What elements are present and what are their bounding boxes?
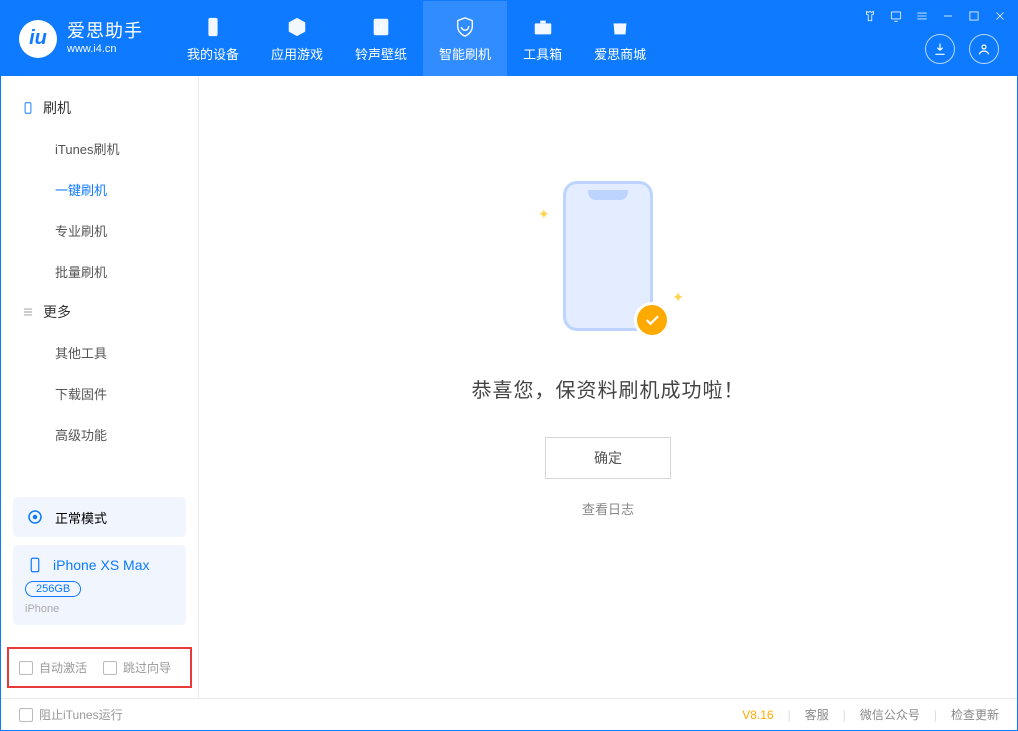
nav-apps-games[interactable]: 应用游戏: [255, 1, 339, 76]
bag-icon: [608, 15, 632, 39]
sidebar-item-batch-flash[interactable]: 批量刷机: [1, 251, 198, 292]
separator: |: [843, 708, 846, 722]
separator: |: [788, 708, 791, 722]
main-content: ✦ ✦ 恭喜您，保资料刷机成功啦！ 确定 查看日志: [199, 76, 1017, 698]
header: iu 爱思助手 www.i4.cn 我的设备 应用游戏 铃声壁纸 智能刷机 工具…: [1, 1, 1017, 76]
nav-label: 爱思商城: [594, 44, 646, 63]
nav-store[interactable]: 爱思商城: [578, 1, 662, 76]
checkbox-label: 阻止iTunes运行: [39, 706, 123, 723]
device-type: iPhone: [25, 603, 59, 615]
body: 刷机 iTunes刷机 一键刷机 专业刷机 批量刷机 更多 其他工具 下载固件 …: [1, 76, 1017, 698]
phone-small-icon: [25, 555, 45, 575]
logo-icon: iu: [19, 20, 57, 58]
top-nav: 我的设备 应用游戏 铃声壁纸 智能刷机 工具箱 爱思商城: [171, 1, 662, 76]
ok-button[interactable]: 确定: [545, 437, 671, 479]
sidebar-options-highlight: 自动激活 跳过向导: [7, 647, 192, 688]
device-name: iPhone XS Max: [53, 557, 150, 573]
checkbox-icon: [19, 661, 33, 675]
separator: |: [934, 708, 937, 722]
checkbox-auto-activate[interactable]: 自动激活: [19, 659, 87, 676]
device-storage: 256GB: [25, 581, 81, 597]
minimize-icon[interactable]: [939, 7, 957, 25]
check-update-link[interactable]: 检查更新: [951, 706, 999, 723]
footer: 阻止iTunes运行 V8.16 | 客服 | 微信公众号 | 检查更新: [1, 698, 1017, 730]
app-title: 爱思助手: [67, 21, 143, 43]
sidebar-item-advanced[interactable]: 高级功能: [1, 414, 198, 455]
sidebar: 刷机 iTunes刷机 一键刷机 专业刷机 批量刷机 更多 其他工具 下载固件 …: [1, 76, 199, 698]
cube-icon: [285, 15, 309, 39]
check-badge-icon: [634, 302, 670, 338]
nav-label: 铃声壁纸: [355, 44, 407, 63]
list-icon: [21, 305, 35, 319]
support-link[interactable]: 客服: [805, 706, 829, 723]
success-text: 恭喜您，保资料刷机成功啦！: [472, 374, 745, 403]
window-controls: [861, 7, 1009, 25]
nav-label: 工具箱: [523, 44, 562, 63]
nav-label: 应用游戏: [271, 44, 323, 63]
sidebar-section-flash: 刷机 iTunes刷机 一键刷机 专业刷机 批量刷机: [1, 88, 198, 292]
mode-icon: [25, 507, 45, 527]
logo[interactable]: iu 爱思助手 www.i4.cn: [1, 20, 161, 58]
nav-label: 智能刷机: [439, 44, 491, 63]
sparkle-icon: ✦: [538, 206, 550, 223]
close-icon[interactable]: [991, 7, 1009, 25]
sidebar-item-oneclick-flash[interactable]: 一键刷机: [1, 169, 198, 210]
phone-icon: [201, 15, 225, 39]
refresh-shield-icon: [453, 15, 477, 39]
sidebar-head-flash[interactable]: 刷机: [1, 88, 198, 128]
mode-card[interactable]: 正常模式: [13, 497, 186, 537]
nav-label: 我的设备: [187, 44, 239, 63]
checkbox-skip-guide[interactable]: 跳过向导: [103, 659, 171, 676]
sidebar-item-other-tools[interactable]: 其他工具: [1, 332, 198, 373]
sidebar-item-download-firmware[interactable]: 下载固件: [1, 373, 198, 414]
header-actions: [925, 34, 999, 64]
device-cards: 正常模式 iPhone XS Max 256GB iPhone: [1, 489, 198, 641]
shirt-icon[interactable]: [861, 7, 879, 25]
toolbox-icon: [531, 15, 555, 39]
success-illustration: ✦ ✦: [538, 176, 678, 336]
checkbox-label: 自动激活: [39, 659, 87, 676]
version-label: V8.16: [742, 708, 773, 722]
checkbox-label: 跳过向导: [123, 659, 171, 676]
sidebar-head-more[interactable]: 更多: [1, 292, 198, 332]
device-icon: [21, 101, 35, 115]
wechat-link[interactable]: 微信公众号: [860, 706, 920, 723]
sidebar-item-itunes-flash[interactable]: iTunes刷机: [1, 128, 198, 169]
checkbox-icon: [103, 661, 117, 675]
nav-toolbox[interactable]: 工具箱: [507, 1, 578, 76]
mode-label: 正常模式: [55, 508, 107, 527]
nav-my-device[interactable]: 我的设备: [171, 1, 255, 76]
app-subtitle: www.i4.cn: [67, 43, 143, 56]
nav-ringtone-wallpaper[interactable]: 铃声壁纸: [339, 1, 423, 76]
device-card[interactable]: iPhone XS Max 256GB iPhone: [13, 545, 186, 625]
view-log-link[interactable]: 查看日志: [582, 499, 634, 518]
download-icon[interactable]: [925, 34, 955, 64]
checkbox-block-itunes[interactable]: 阻止iTunes运行: [19, 706, 123, 723]
checkbox-icon: [19, 708, 33, 722]
sidebar-head-label: 更多: [43, 302, 71, 322]
sidebar-item-pro-flash[interactable]: 专业刷机: [1, 210, 198, 251]
music-icon: [369, 15, 393, 39]
sidebar-section-more: 更多 其他工具 下载固件 高级功能: [1, 292, 198, 455]
maximize-icon[interactable]: [965, 7, 983, 25]
sidebar-head-label: 刷机: [43, 98, 71, 118]
feedback-icon[interactable]: [887, 7, 905, 25]
user-icon[interactable]: [969, 34, 999, 64]
sparkle-icon: ✦: [672, 289, 684, 306]
nav-smart-flash[interactable]: 智能刷机: [423, 1, 507, 76]
menu-icon[interactable]: [913, 7, 931, 25]
